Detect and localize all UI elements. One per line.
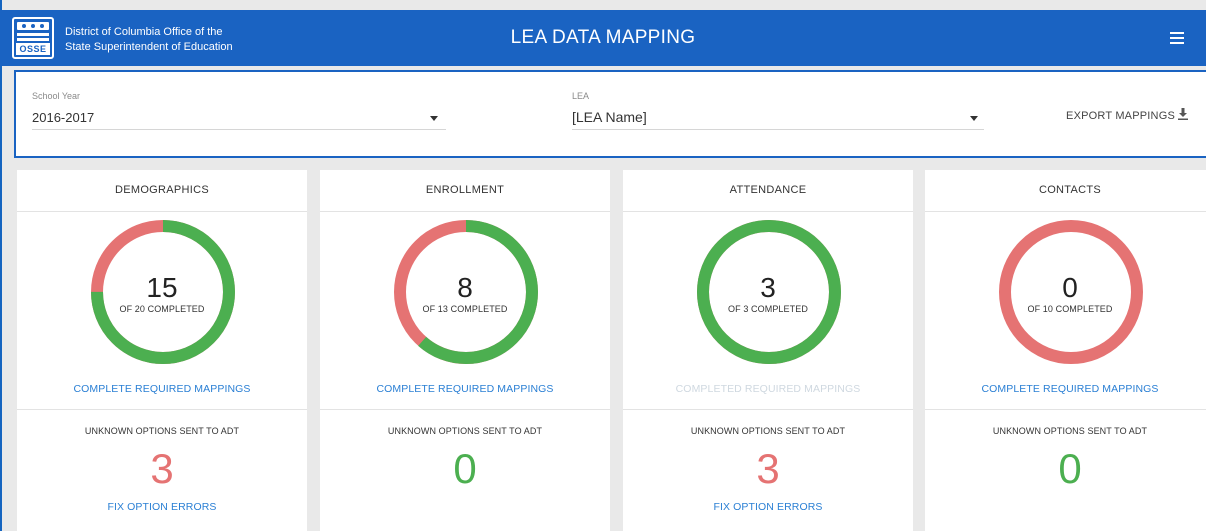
divider <box>623 409 913 410</box>
completed-of-total: OF 10 COMPLETED <box>1027 304 1113 314</box>
unknown-options-label: UNKNOWN OPTIONS SENT TO ADT <box>992 426 1148 436</box>
school-year-label: School Year <box>32 91 81 101</box>
completed-count: 8 <box>457 272 473 303</box>
divider <box>320 211 610 212</box>
completed-count: 15 <box>146 272 178 303</box>
complete-required-mappings-link[interactable]: COMPLETE REQUIRED MAPPINGS <box>925 383 1206 395</box>
completed-of-total: OF 20 COMPLETED <box>119 304 205 314</box>
unknown-options-label: UNKNOWN OPTIONS SENT TO ADT <box>690 426 846 436</box>
fix-option-errors-link[interactable]: FIX OPTION ERRORS <box>623 501 913 513</box>
lea-select[interactable]: [LEA Name] <box>572 104 984 130</box>
card-title: DEMOGRAPHICS <box>114 184 210 196</box>
unknown-options-label: UNKNOWN OPTIONS SENT TO ADT <box>387 426 543 436</box>
unknown-options-count: 3 <box>150 445 174 492</box>
underline <box>32 129 446 130</box>
unknown-options-count: 0 <box>1058 445 1082 492</box>
school-year-select[interactable]: 2016-2017 <box>32 104 446 130</box>
complete-required-mappings-link[interactable]: COMPLETE REQUIRED MAPPINGS <box>17 383 307 395</box>
mapping-card-contacts: CONTACTS 0 OF 10 COMPLETED COMPLETE REQU… <box>925 170 1206 531</box>
divider <box>320 409 610 410</box>
filter-bar: School Year 2016-2017 LEA [LEA Name] EXP… <box>14 70 1206 158</box>
lea-label: LEA <box>572 91 590 101</box>
page-title: LEA DATA MAPPING <box>510 27 696 48</box>
hamburger-menu-icon[interactable] <box>1170 32 1184 44</box>
completed-of-total: OF 13 COMPLETED <box>422 304 508 314</box>
card-title: ENROLLMENT <box>425 184 505 196</box>
underline <box>572 129 984 130</box>
complete-required-mappings-link: COMPLETED REQUIRED MAPPINGS <box>675 383 861 395</box>
export-mappings-button[interactable]: EXPORT MAPPINGS <box>1066 108 1188 122</box>
mapping-card-demographics: DEMOGRAPHICS 15 OF 20 COMPLETED COMPLETE… <box>17 170 307 531</box>
unknown-options-label: UNKNOWN OPTIONS SENT TO ADT <box>84 426 240 436</box>
export-mappings-label: EXPORT MAPPINGS <box>1066 110 1175 122</box>
divider <box>925 409 1206 410</box>
completed-count: 3 <box>760 272 776 303</box>
mapping-card-enrollment: ENROLLMENT 8 OF 13 COMPLETED COMPLETE RE… <box>320 170 610 531</box>
chevron-down-icon <box>970 116 978 121</box>
card-title: CONTACTS <box>1038 184 1102 196</box>
unknown-options-count: 0 <box>453 445 477 492</box>
download-icon <box>1178 108 1188 120</box>
complete-required-mappings-link[interactable]: COMPLETE REQUIRED MAPPINGS <box>320 383 610 395</box>
completed-count: 0 <box>1062 272 1078 303</box>
app-header: OSSE District of Columbia Office of the … <box>0 10 1206 66</box>
card-title: ATTENDANCE <box>729 184 807 196</box>
school-year-value: 2016-2017 <box>32 110 95 125</box>
unknown-options-count: 3 <box>756 445 780 492</box>
divider <box>17 409 307 410</box>
divider <box>623 211 913 212</box>
mapping-card-attendance: ATTENDANCE 3 OF 3 COMPLETED COMPLETED RE… <box>623 170 913 531</box>
completed-of-total: OF 3 COMPLETED <box>728 304 808 314</box>
divider <box>925 211 1206 212</box>
divider <box>17 211 307 212</box>
chevron-down-icon <box>430 116 438 121</box>
fix-option-errors-link[interactable]: FIX OPTION ERRORS <box>17 501 307 513</box>
lea-value: [LEA Name] <box>572 109 647 125</box>
